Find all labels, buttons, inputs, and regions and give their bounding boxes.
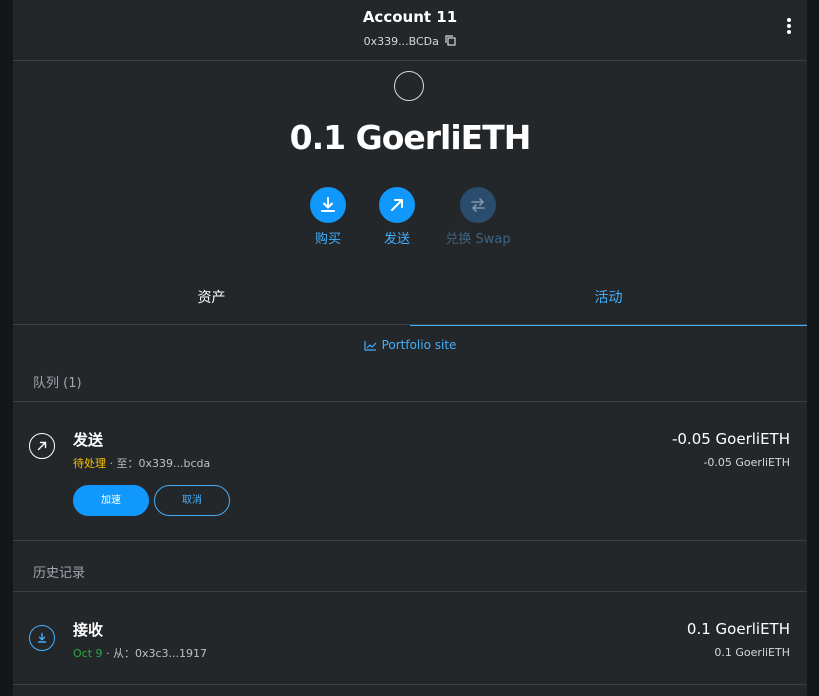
account-header: Account 11 0x339...BCDa [13, 0, 807, 61]
cancel-button[interactable]: 取消 [154, 485, 230, 516]
tx-amount-secondary: 0.1 GoerliETH [714, 646, 790, 659]
account-name[interactable]: Account 11 [13, 8, 807, 26]
portfolio-site-link[interactable]: Portfolio site [13, 338, 807, 352]
send-button[interactable]: 发送 [362, 187, 432, 247]
pending-status: 待处理 [73, 457, 106, 470]
tx-date: Oct 9 [73, 647, 103, 660]
tab-activity[interactable]: 活动 [410, 272, 807, 326]
account-avatar [394, 71, 424, 101]
buy-label: 购买 [314, 232, 341, 247]
tx-amount-secondary: -0.05 GoerliETH [703, 456, 790, 469]
tab-bar: 资产 活动 [13, 272, 807, 326]
tx-subtitle: 待处理 · 至：0x339...bcda [73, 455, 210, 471]
wallet-panel: Account 11 0x339...BCDa 0.1 GoerliETH 购买 [13, 0, 807, 696]
history-header: 历史记录 [13, 556, 807, 592]
tx-subtitle: Oct 9 · 从：0x3c3...1917 [73, 645, 207, 661]
list-item[interactable]: 发送 待处理 · 至：0x339...bcda -0.05 GoerliETH … [13, 403, 807, 541]
chart-icon [363, 341, 376, 351]
tx-title: 接收 [73, 621, 104, 639]
arrow-up-right-icon [29, 433, 55, 459]
swap-icon [460, 187, 496, 223]
tabs-divider [13, 324, 807, 325]
kebab-menu-icon[interactable] [784, 18, 794, 40]
download-icon [29, 625, 55, 651]
copy-icon[interactable] [445, 35, 456, 49]
tx-title: 发送 [73, 431, 104, 449]
balance-amount: 0.1 GoerliETH [289, 118, 532, 157]
tx-amount-primary: 0.1 GoerliETH [686, 620, 790, 638]
tab-assets[interactable]: 资产 [13, 272, 410, 326]
account-address-row[interactable]: 0x339...BCDa [13, 35, 807, 49]
portfolio-site-label: Portfolio site [381, 338, 457, 352]
arrow-up-right-icon [379, 187, 415, 223]
tx-amount-primary: -0.05 GoerliETH [671, 430, 790, 448]
account-address[interactable]: 0x339...BCDa [364, 35, 439, 48]
list-item[interactable]: 接收 Oct 9 · 从：0x3c3...1917 0.1 GoerliETH … [13, 593, 807, 685]
speed-up-button[interactable]: 加速 [73, 485, 149, 516]
tx-sender: · 从：0x3c3...1917 [102, 647, 208, 660]
swap-button[interactable]: 兑换 Swap [430, 187, 526, 247]
buy-button[interactable]: 购买 [293, 187, 363, 247]
download-icon [310, 187, 346, 223]
tx-recipient: · 至：0x339...bcda [106, 457, 211, 470]
swap-label: 兑换 Swap [445, 232, 511, 247]
queue-header: 队列 (1) [13, 366, 807, 402]
send-label: 发送 [383, 232, 410, 247]
